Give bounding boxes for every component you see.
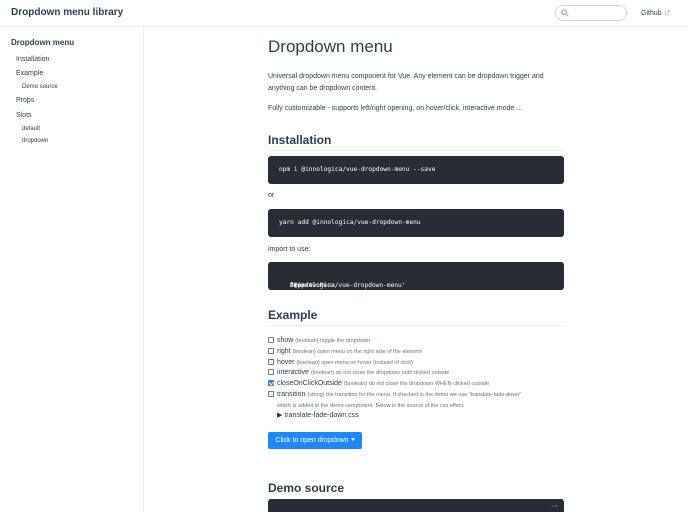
demo-source-heading: Demo source: [268, 481, 345, 495]
triangle-right-icon: ▶: [277, 412, 283, 419]
import-label: import to use:: [268, 246, 311, 253]
github-link-label: Github: [641, 10, 662, 17]
sidebar-item-slots[interactable]: Slots: [16, 112, 32, 119]
option-interactive: interactive (boolean) do not close the d…: [268, 369, 449, 376]
code-npm: npm i @innologica/vue-dropdown-menu --sa…: [279, 166, 436, 173]
sidebar-item-dropdown[interactable]: dropdown: [22, 138, 48, 144]
option-name[interactable]: interactive: [277, 369, 309, 376]
code-yarn: yarn add @innologica/vue-dropdown-menu: [279, 219, 421, 226]
sidebar: Dropdown menu Installation Example Demo …: [0, 27, 144, 512]
option-close-on-click-outside: closeOnClickOutside (boolean) do not clo…: [268, 380, 489, 387]
installation-heading: Installation: [268, 133, 332, 147]
option-desc: (string) the transition for the menu. If…: [307, 392, 522, 398]
example-heading: Example: [268, 308, 318, 322]
checkbox-close-on-click-outside[interactable]: [268, 380, 274, 386]
checkbox-transition[interactable]: [268, 391, 274, 397]
site-name[interactable]: Dropdown menu library: [11, 7, 123, 18]
external-link-icon: [664, 10, 670, 16]
option-right: right (boolean) open menu on the right s…: [268, 348, 422, 355]
option-desc: (boolean) open menu on the right side of…: [292, 349, 422, 355]
page-title: Dropdown menu: [268, 37, 393, 56]
option-name[interactable]: closeOnClickOutside: [277, 380, 342, 387]
option-transition: transition (string) the transition for t…: [268, 391, 521, 398]
open-dropdown-label: Click to open dropdown: [275, 437, 349, 444]
sidebar-item-demo-source[interactable]: Demo source: [22, 84, 58, 90]
details-label: translate-fade-down.css: [284, 412, 359, 419]
option-name[interactable]: hover: [277, 359, 295, 366]
sidebar-item-default[interactable]: default: [22, 126, 40, 132]
sidebar-item-props[interactable]: Props: [16, 97, 34, 104]
code-block-yarn: yarn add @innologica/vue-dropdown-menu: [268, 209, 564, 237]
github-link[interactable]: Github: [641, 10, 670, 17]
navbar: Dropdown menu library Github: [0, 0, 688, 27]
code-block-import: import DropdownMenu from '@innologica/vu…: [268, 262, 564, 290]
option-desc: (boolean) open menu on hover (instead of…: [296, 360, 413, 366]
checkbox-hover[interactable]: [268, 359, 274, 365]
option-hover: hover (boolean) open menu on hover (inst…: [268, 359, 413, 366]
search-icon: [561, 9, 569, 17]
heading-divider: [268, 150, 564, 151]
option-show: show (boolean) toggle the dropdown: [268, 337, 370, 344]
heading-divider: [268, 325, 564, 326]
details-toggle[interactable]: ▶ translate-fade-down.css: [277, 411, 359, 419]
sidebar-title[interactable]: Dropdown menu: [11, 38, 74, 47]
or-text: or: [268, 192, 275, 199]
code-block-demo-source: vue: [268, 499, 564, 512]
code-block-npm: npm i @innologica/vue-dropdown-menu --sa…: [268, 156, 564, 184]
option-desc: (boolean) do not close the dropdown unti…: [310, 370, 450, 376]
open-dropdown-button[interactable]: Click to open dropdown: [268, 432, 362, 449]
sidebar-item-example[interactable]: Example: [16, 70, 43, 77]
checkbox-show[interactable]: [268, 337, 274, 343]
option-name[interactable]: show: [277, 337, 293, 344]
option-name[interactable]: transition: [277, 391, 305, 398]
option-desc: (boolean) toggle the dropdown: [295, 338, 370, 344]
sidebar-item-installation[interactable]: Installation: [16, 56, 49, 63]
caret-down-icon: [350, 438, 355, 441]
intro-paragraph: Universal dropdown menu component for Vu…: [268, 73, 544, 92]
search-input[interactable]: [572, 7, 624, 19]
option-name[interactable]: right: [277, 348, 291, 355]
intro-paragraph-2: Fully customizable - supports left/right…: [268, 105, 523, 112]
code-string: '@innologica/vue-dropdown-menu': [290, 282, 406, 289]
code-language-label: vue: [551, 503, 558, 508]
option-desc-continued: which is added in the demo component. Be…: [277, 403, 465, 409]
checkbox-interactive[interactable]: [268, 369, 274, 375]
option-desc: (boolean) do not close the dropdown WHEN…: [343, 381, 490, 387]
search-box[interactable]: [555, 5, 627, 21]
checkbox-right[interactable]: [268, 348, 274, 354]
